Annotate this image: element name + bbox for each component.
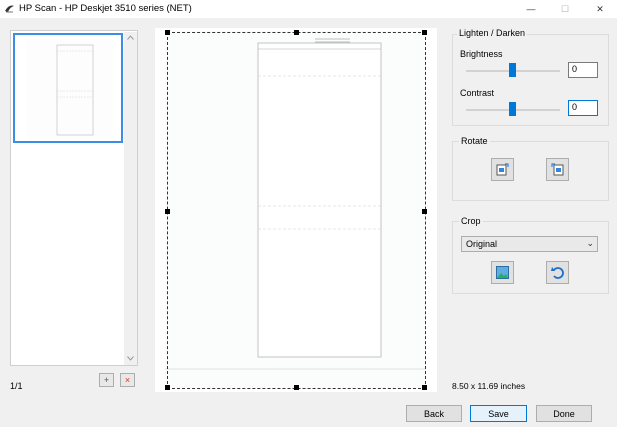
brightness-value-field[interactable]: 0 — [568, 62, 598, 78]
thumbnail-page-image — [27, 39, 113, 139]
maximize-icon: ☐ — [560, 3, 570, 14]
back-button[interactable]: Back — [406, 405, 462, 422]
crop-handle-top-left[interactable] — [165, 30, 170, 35]
scan-preview-area[interactable] — [155, 28, 437, 392]
crop-size-value: Original — [466, 239, 498, 249]
crop-handle-right[interactable] — [422, 209, 427, 214]
done-button-label: Done — [553, 408, 575, 419]
scroll-up-icon[interactable] — [127, 35, 134, 40]
thumbnail-panel[interactable] — [10, 30, 138, 366]
crop-handle-bottom[interactable] — [294, 385, 299, 390]
paper-size-label: 8.50 x 11.69 inches — [452, 381, 526, 391]
minimize-icon: — — [526, 4, 536, 14]
maximize-button[interactable]: ☐ — [548, 0, 582, 18]
crop-handle-left[interactable] — [165, 209, 170, 214]
close-button[interactable]: ✕ — [583, 0, 617, 18]
thumbnail-document-outline — [56, 44, 94, 136]
page-thumbnail[interactable] — [13, 33, 123, 143]
delete-page-icon: × — [124, 375, 131, 385]
page-counter: 1/1 — [10, 381, 23, 391]
minimize-button[interactable]: — — [514, 0, 548, 18]
hp-scan-app-icon — [5, 5, 14, 13]
crop-handle-top[interactable] — [294, 30, 299, 35]
rotate-left-icon — [496, 163, 509, 176]
scroll-down-icon[interactable] — [127, 356, 134, 361]
crop-selection-box[interactable] — [165, 30, 427, 390]
rotate-left-button[interactable] — [491, 158, 514, 181]
landscape-image-icon — [496, 266, 509, 279]
rotate-right-icon — [551, 163, 564, 176]
undo-icon — [551, 267, 564, 279]
save-button[interactable]: Save — [470, 405, 527, 422]
back-button-label: Back — [423, 408, 444, 419]
close-icon: ✕ — [596, 3, 604, 14]
crop-handle-bottom-left[interactable] — [165, 385, 170, 390]
brightness-label: Brightness — [460, 49, 503, 59]
rotate-group — [452, 141, 609, 201]
crop-handle-top-right[interactable] — [422, 30, 427, 35]
brightness-slider-thumb[interactable] — [509, 63, 516, 77]
auto-crop-button[interactable] — [491, 261, 514, 284]
save-button-label: Save — [488, 408, 509, 419]
done-button[interactable]: Done — [536, 405, 592, 422]
thumbnail-scrollbar[interactable] — [124, 32, 137, 365]
contrast-label: Contrast — [460, 88, 495, 98]
delete-page-button[interactable]: × — [120, 373, 135, 387]
crop-handle-bottom-right[interactable] — [422, 385, 427, 390]
crop-group — [452, 221, 609, 294]
crop-title: Crop — [459, 216, 483, 226]
rotate-right-button[interactable] — [546, 158, 569, 181]
chevron-down-icon: ⌄ — [586, 238, 594, 248]
contrast-value-field[interactable]: 0 — [568, 100, 598, 116]
undo-crop-button[interactable] — [546, 261, 569, 284]
contrast-slider-thumb[interactable] — [509, 102, 516, 116]
rotate-title: Rotate — [459, 136, 490, 146]
lighten-darken-title: Lighten / Darken — [457, 28, 528, 38]
add-page-icon: + — [103, 375, 110, 385]
window-title: HP Scan - HP Deskjet 3510 series (NET) — [19, 3, 192, 14]
add-page-button[interactable]: + — [99, 373, 114, 387]
crop-size-dropdown[interactable]: Original ⌄ — [461, 236, 598, 252]
